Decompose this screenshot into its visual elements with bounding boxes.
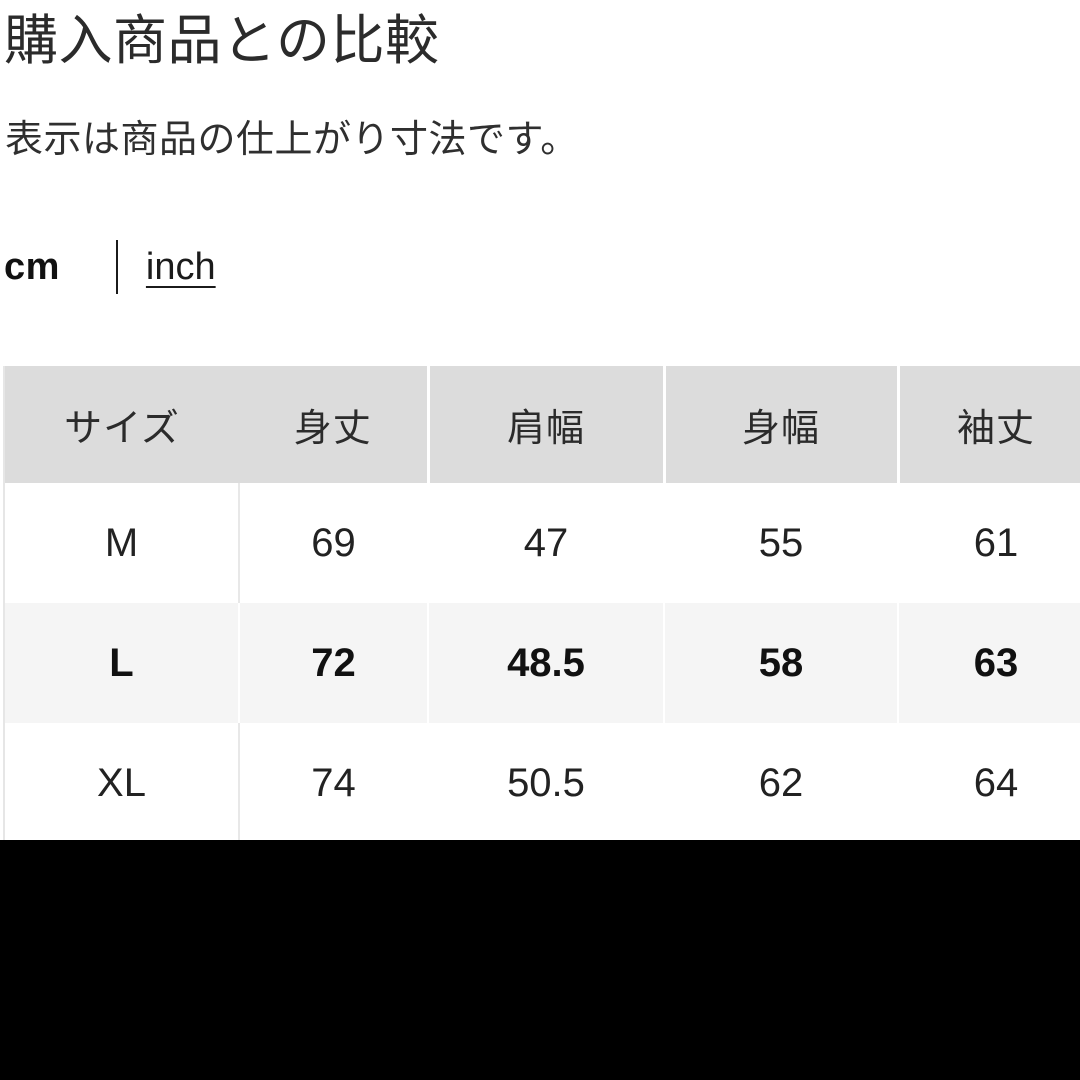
cell-chest: 58 (664, 603, 899, 723)
column-header-chest: 身幅 (664, 366, 900, 483)
table-row-selected[interactable]: L 72 48.5 58 63 (4, 603, 1080, 723)
size-table: サイズ 身丈 肩幅 身幅 袖丈 M 69 47 55 61 L 72 48.5 … (3, 366, 1080, 840)
unit-toggle[interactable]: cm inch (4, 236, 216, 298)
cell-sleeve: 63 (898, 603, 1080, 723)
cell-height: 69 (239, 483, 429, 603)
unit-option-inch[interactable]: inch (146, 248, 216, 286)
table-row[interactable]: XL 74 50.5 62 64 (4, 723, 1080, 840)
cell-size: L (4, 603, 240, 723)
cell-chest: 62 (664, 723, 899, 840)
cell-shoulder: 48.5 (428, 603, 665, 723)
table-header-row: サイズ 身丈 肩幅 身幅 袖丈 (4, 366, 1080, 483)
cell-size: XL (4, 723, 240, 840)
unit-option-cm[interactable]: cm (4, 248, 60, 286)
cell-height: 72 (239, 603, 429, 723)
column-header-size: サイズ (4, 366, 239, 483)
table-row[interactable]: M 69 47 55 61 (4, 483, 1080, 603)
page-title: 購入商品との比較 (4, 11, 440, 71)
cell-sleeve: 61 (898, 483, 1080, 603)
size-comparison-sheet: 購入商品との比較 表示は商品の仕上がり寸法です。 cm inch サイズ 身丈 … (0, 0, 1080, 840)
cell-size: M (4, 483, 240, 603)
cell-height: 74 (239, 723, 429, 840)
unit-toggle-divider (115, 240, 118, 294)
cell-sleeve: 64 (898, 723, 1080, 840)
column-header-sleeve: 袖丈 (898, 366, 1080, 483)
page-subtitle: 表示は商品の仕上がり寸法です。 (5, 119, 579, 161)
cell-shoulder: 47 (428, 483, 665, 603)
column-header-height: 身丈 (239, 366, 430, 483)
column-header-shoulder: 肩幅 (428, 366, 666, 483)
cell-shoulder: 50.5 (428, 723, 665, 840)
bottom-letterbox-band (0, 840, 1080, 1080)
cell-chest: 55 (664, 483, 899, 603)
